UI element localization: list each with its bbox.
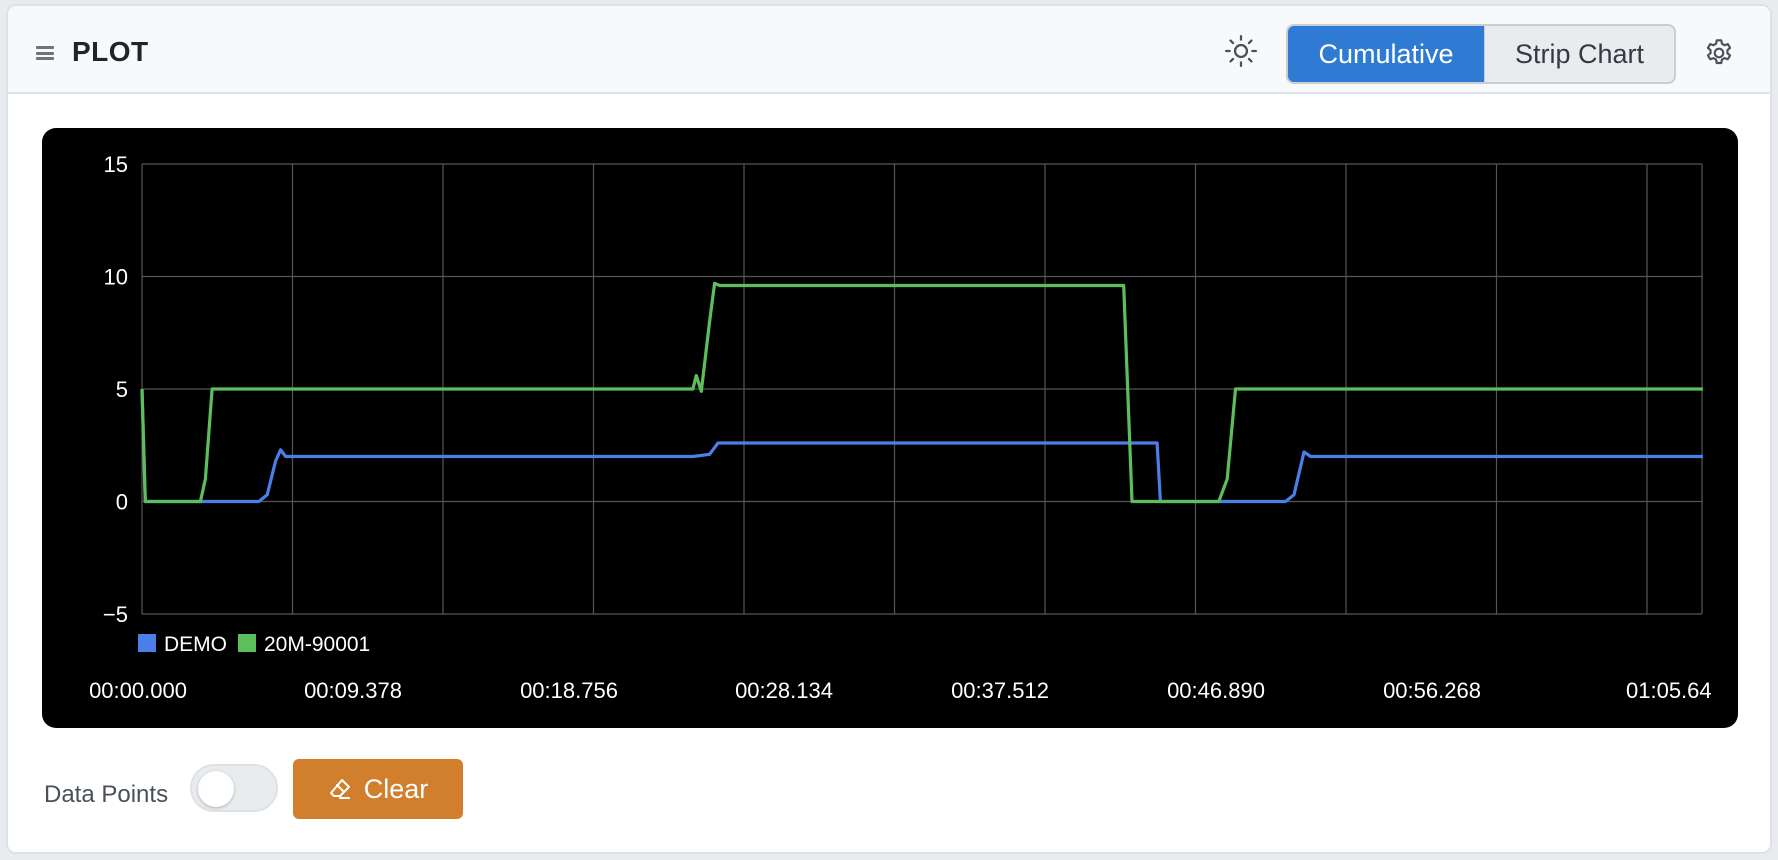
x-tick-label: 00:46.890 xyxy=(1167,678,1265,703)
toggle-knob xyxy=(198,771,234,807)
legend-swatch xyxy=(138,634,156,652)
clear-button[interactable]: Clear xyxy=(293,759,463,819)
plot-area[interactable]: 15 10 5 0 −5 00:00.000 00:09.378 00:18.756 00:28… xyxy=(42,128,1738,728)
sun-icon[interactable] xyxy=(1224,34,1258,68)
x-tick-label: 00:09.378 xyxy=(304,678,402,703)
x-tick-label: 01:05.64 xyxy=(1626,678,1712,703)
x-tick-label: 00:00.000 xyxy=(89,678,187,703)
clear-label: Clear xyxy=(363,773,429,804)
series-line-1 xyxy=(140,388,1703,504)
gear-icon[interactable] xyxy=(1703,37,1735,69)
eraser-icon xyxy=(329,779,350,799)
y-tick-label: 0 xyxy=(116,490,128,515)
x-tick-label: 00:28.134 xyxy=(735,678,833,703)
x-tick-label: 00:18.756 xyxy=(520,678,618,703)
y-tick-label: 10 xyxy=(104,265,128,290)
plot-card: PLOT Cumulative Strip Chart 15 10 5 0 −5 00:0… xyxy=(6,4,1772,854)
x-tick-label: 00:56.268 xyxy=(1383,678,1481,703)
y-tick-label: −5 xyxy=(103,602,128,627)
strip-chart-button[interactable]: Strip Chart xyxy=(1484,26,1674,82)
legend-swatch xyxy=(238,634,256,652)
card-header: PLOT Cumulative Strip Chart xyxy=(8,6,1770,94)
y-tick-label: 5 xyxy=(116,377,128,402)
cumulative-button[interactable]: Cumulative xyxy=(1288,26,1484,82)
plot-mode-toggle: Cumulative Strip Chart xyxy=(1286,24,1676,84)
legend-label: 20M-90001 xyxy=(264,633,370,656)
x-tick-label: 00:37.512 xyxy=(951,678,1049,703)
page-title: PLOT xyxy=(72,36,149,67)
data-points-label: Data Points xyxy=(44,781,169,808)
hamburger-menu-icon[interactable] xyxy=(36,46,54,60)
data-points-toggle[interactable] xyxy=(190,764,278,812)
legend-label: DEMO xyxy=(164,633,227,656)
series-line-2 xyxy=(140,281,1703,504)
line-chart: 15 10 5 0 −5 00:00.000 00:09.378 00:18.756 00:28… xyxy=(89,152,1712,703)
y-tick-label: 15 xyxy=(104,152,128,177)
